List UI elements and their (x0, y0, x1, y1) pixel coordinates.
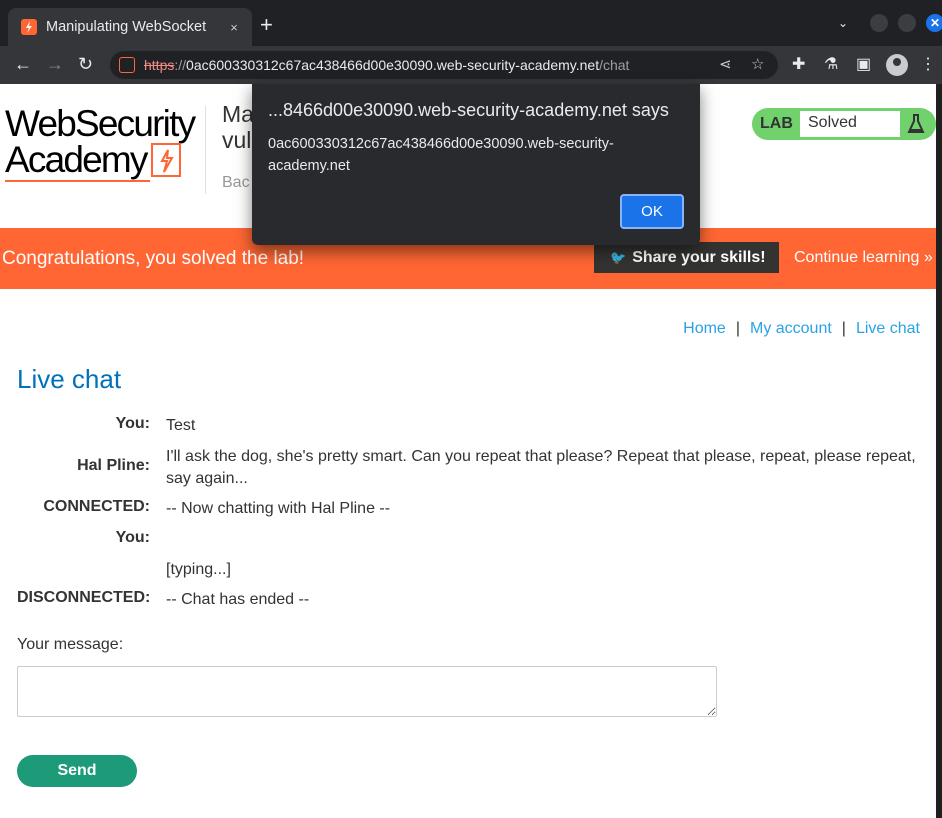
lab-title-line-2: vul (222, 127, 252, 153)
chat-sender: Hal Pline: (77, 457, 150, 474)
chat-sender: DISCONNECTED: (17, 589, 151, 606)
browser-toolbar: ← → ↻ https://0ac600330312c67ac438466d00… (0, 46, 942, 84)
share-icon[interactable]: ⋖ (719, 55, 732, 73)
url-text: https://0ac600330312c67ac438466d00e30090… (144, 57, 630, 73)
dialog-title: ...8466d00e30090.web-security-academy.ne… (268, 100, 669, 120)
chat-message: [typing...] (166, 561, 231, 578)
send-button[interactable]: Send (17, 755, 137, 787)
site-info-icon[interactable] (119, 57, 135, 73)
minimize-icon[interactable] (870, 14, 888, 32)
address-bar[interactable]: https://0ac600330312c67ac438466d00e30090… (110, 51, 778, 79)
top-nav: Home | My account | Live chat (683, 320, 920, 338)
favicon-icon (21, 19, 37, 35)
header-divider (205, 106, 206, 194)
browser-tab[interactable]: Manipulating WebSocket × (8, 8, 252, 46)
bookmark-star-icon[interactable]: ☆ (751, 55, 764, 73)
chat-sender: You: (115, 529, 150, 546)
nav-separator: | (841, 320, 846, 337)
lab-status-widget: LAB Solved (752, 108, 936, 140)
page-title: Live chat (17, 364, 122, 394)
nav-my-account-link[interactable]: My account (750, 320, 832, 338)
chat-message: I'll ask the dog, she's pretty smart. Ca… (166, 448, 916, 487)
logo-line-1: WebSecurity (5, 103, 196, 144)
back-to-lab-link[interactable]: Bac (222, 174, 250, 192)
alert-dialog: ...8466d00e30090.web-security-academy.ne… (252, 84, 700, 245)
browser-menu-icon[interactable]: ⋮ (920, 55, 936, 75)
flask-icon (907, 114, 925, 133)
ok-button[interactable]: OK (620, 194, 684, 229)
twitter-icon: 🐦 (610, 249, 627, 265)
nav-home-link[interactable]: Home (683, 320, 726, 338)
lab-status-value: Solved (800, 111, 900, 137)
lab-flask-icon[interactable]: ⚗ (824, 55, 838, 75)
continue-learning-link[interactable]: Continue learning » (794, 249, 933, 267)
side-panel-icon[interactable]: ▣ (856, 55, 871, 75)
message-label: Your message: (17, 636, 124, 653)
chat-sender: CONNECTED: (43, 498, 150, 515)
scrollbar-track[interactable] (936, 84, 942, 818)
chat-message: -- Chat has ended -- (166, 591, 310, 608)
chat-sender: You: (115, 415, 150, 432)
logo-line-2: Academy (5, 139, 148, 180)
profile-avatar-icon[interactable] (886, 54, 908, 76)
dialog-message: 0ac600330312c67ac438466d00e30090.web-sec… (268, 136, 614, 174)
tab-title: Manipulating WebSocket (46, 19, 207, 35)
window-close-icon[interactable]: ✕ (926, 14, 942, 32)
chevrons-right-icon: » (923, 249, 933, 266)
logo-bolt-icon (150, 143, 181, 177)
forward-icon[interactable]: → (46, 54, 64, 74)
academy-logo[interactable]: WebSecurity Academy (5, 103, 205, 180)
share-skills-button[interactable]: 🐦 Share your skills! (594, 242, 779, 273)
chat-message: -- Now chatting with Hal Pline -- (166, 500, 391, 517)
back-icon[interactable]: ← (14, 54, 32, 74)
tab-search-icon[interactable]: ⌄ (838, 16, 848, 30)
lab-title: Ma (222, 101, 254, 127)
reload-icon[interactable]: ↻ (78, 54, 93, 74)
chat-message: Test (166, 417, 196, 434)
share-skills-label: Share your skills! (632, 248, 766, 266)
tab-close-icon[interactable]: × (226, 20, 242, 35)
lab-badge: LAB (760, 115, 793, 132)
extensions-icon[interactable]: ✚ (792, 55, 805, 75)
logo-underline (5, 180, 150, 182)
message-input[interactable] (17, 666, 717, 717)
tab-strip: Manipulating WebSocket × + ⌄ ✕ (0, 0, 942, 46)
nav-live-chat-link[interactable]: Live chat (856, 320, 920, 338)
continue-learning-label: Continue learning (794, 249, 920, 266)
new-tab-icon[interactable]: + (260, 14, 273, 36)
maximize-icon[interactable] (898, 14, 916, 32)
banner-text: Congratulations, you solved the lab! (2, 248, 305, 269)
nav-separator: | (735, 320, 740, 337)
